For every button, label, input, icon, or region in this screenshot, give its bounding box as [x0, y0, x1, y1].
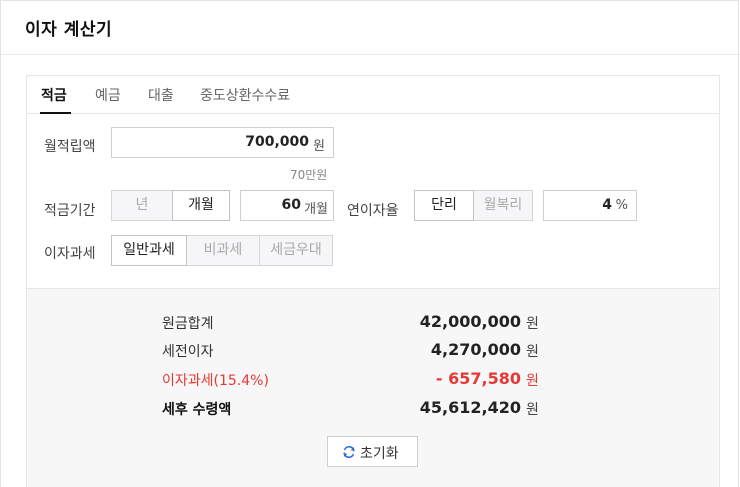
principal-total-value: 42,000,000 — [419, 312, 521, 331]
rate-type-simple[interactable]: 단리 — [414, 190, 474, 221]
pretax-interest-value: 4,270,000 — [430, 340, 521, 359]
principal-total-unit: 원 — [526, 316, 539, 332]
monthly-deposit-label: 월적립액 — [44, 139, 96, 155]
savings-period-label: 적금기간 — [44, 203, 96, 219]
interest-tax-result-value: - 657,580 — [435, 369, 521, 388]
annual-rate-unit: % — [615, 198, 628, 213]
annual-rate-input[interactable]: 4 % — [543, 190, 637, 221]
net-amount-label: 세후 수령액 — [162, 402, 232, 418]
interest-calculator-card: 이자 계산기 적금 예금 대출 중도상환수수료 월적립액 700,000 원 7… — [0, 0, 740, 487]
principal-total-label: 원금합계 — [162, 316, 214, 332]
tax-option-preferential[interactable]: 세금우대 — [259, 235, 333, 266]
net-amount-value: 45,612,420 — [419, 398, 521, 417]
pretax-interest-label: 세전이자 — [162, 344, 214, 360]
tax-option-general[interactable]: 일반과세 — [111, 235, 187, 266]
monthly-deposit-hint: 70만원 — [290, 168, 328, 182]
net-amount-unit: 원 — [526, 402, 539, 418]
calculator-tabs: 적금 예금 대출 중도상환수수료 — [27, 76, 719, 114]
reset-button-label: 초기화 — [360, 446, 399, 462]
period-unit-month[interactable]: 개월 — [172, 190, 230, 221]
monthly-deposit-value: 700,000 — [245, 134, 309, 150]
period-value-unit: 개월 — [304, 202, 328, 217]
refresh-icon — [343, 445, 355, 459]
interest-tax-result-unit: 원 — [526, 373, 539, 389]
tax-option-exempt[interactable]: 비과세 — [186, 235, 260, 266]
interest-tax-label: 이자과세 — [44, 246, 96, 262]
monthly-deposit-unit: 원 — [313, 139, 325, 154]
calculator-panel: 적금 예금 대출 중도상환수수료 월적립액 700,000 원 70만원 적금기… — [26, 75, 720, 487]
rate-type-monthly-compound[interactable]: 월복리 — [473, 190, 533, 221]
period-input[interactable]: 60 개월 — [240, 190, 334, 221]
tab-deposit[interactable]: 예금 — [95, 85, 121, 105]
results-panel: 원금합계 42,000,000 원 세전이자 4,270,000 원 이자과세(… — [27, 288, 719, 487]
tab-loan[interactable]: 대출 — [148, 85, 174, 105]
page-title: 이자 계산기 — [25, 20, 113, 40]
period-unit-year[interactable]: 년 — [111, 190, 173, 221]
period-value: 60 — [281, 197, 301, 213]
reset-button[interactable]: 초기화 — [327, 436, 418, 467]
monthly-deposit-input[interactable]: 700,000 원 — [111, 127, 334, 158]
interest-tax-result-label: 이자과세(15.4%) — [162, 373, 269, 389]
tab-prepayment-fee[interactable]: 중도상환수수료 — [200, 85, 290, 105]
pretax-interest-unit: 원 — [526, 344, 539, 360]
annual-rate-value: 4 — [602, 197, 612, 213]
active-tab-indicator — [40, 112, 71, 114]
tab-savings[interactable]: 적금 — [41, 85, 67, 105]
card-header: 이자 계산기 — [1, 1, 740, 55]
annual-rate-label: 연이자율 — [347, 203, 399, 219]
